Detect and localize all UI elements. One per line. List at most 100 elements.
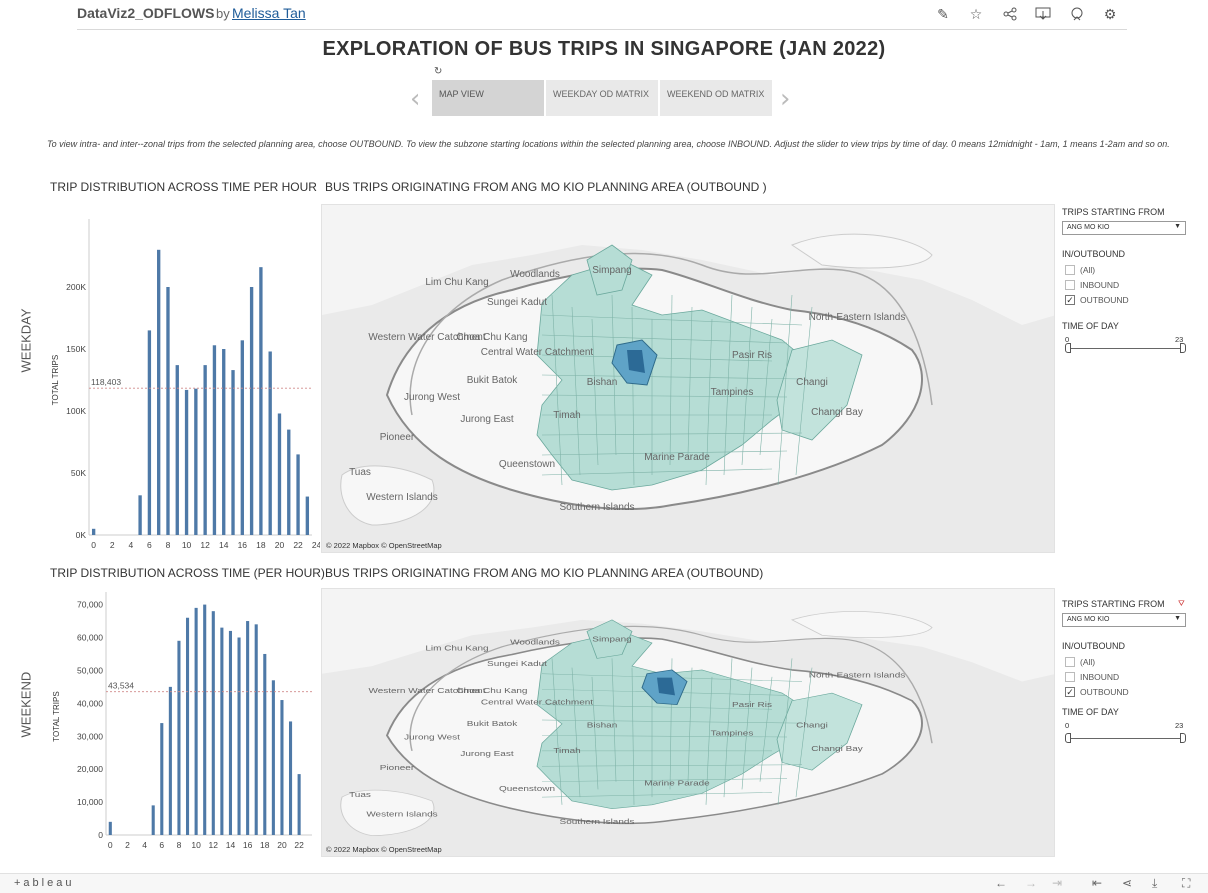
slider-handle-max[interactable] bbox=[1180, 733, 1186, 743]
x-tick-label: 20 bbox=[277, 840, 287, 850]
chevron-down-icon: ▼ bbox=[1174, 615, 1181, 622]
reset-icon[interactable]: ⇤ bbox=[1092, 876, 1102, 890]
trips-from-dropdown[interactable]: ANG MO KIO ▼ bbox=[1062, 221, 1186, 235]
metrics-icon[interactable] bbox=[1068, 5, 1086, 23]
map-label: Choa Chu Kang bbox=[456, 332, 527, 343]
refresh-icon[interactable]: ↻ bbox=[434, 66, 442, 77]
bar bbox=[177, 640, 181, 835]
x-tick-label: 4 bbox=[142, 840, 147, 850]
download-icon[interactable] bbox=[1034, 5, 1052, 23]
next-arrow-icon[interactable]: › bbox=[780, 84, 790, 114]
bar bbox=[157, 249, 161, 536]
map-label: Tuas bbox=[349, 790, 371, 799]
map-label: Choa Chu Kang bbox=[456, 686, 527, 695]
share-icon[interactable]: ⋖ bbox=[1122, 876, 1132, 890]
time-slider[interactable]: 0 23 bbox=[1062, 331, 1192, 361]
edit-icon[interactable]: ✎ bbox=[934, 5, 952, 23]
checkbox[interactable] bbox=[1065, 279, 1075, 290]
x-tick-label: 0 bbox=[108, 840, 113, 850]
trips-from-dropdown[interactable]: ANG MO KIO ▼ bbox=[1062, 613, 1186, 627]
y-tick-label: 10,000 bbox=[77, 797, 103, 807]
slider-handle-min[interactable] bbox=[1065, 733, 1071, 743]
clear-filter-icon[interactable]: ⛛ bbox=[1178, 599, 1185, 609]
time-of-day-label: TIME OF DAY bbox=[1062, 321, 1119, 331]
x-tick-label: 12 bbox=[209, 840, 219, 850]
bar bbox=[194, 388, 198, 535]
bar bbox=[185, 617, 190, 835]
map-label: Queenstown bbox=[499, 784, 555, 793]
slider-track bbox=[1068, 348, 1184, 349]
checkbox-checked[interactable]: ✓ bbox=[1065, 686, 1075, 697]
time-slider[interactable]: 0 23 bbox=[1062, 717, 1192, 747]
revert-icon[interactable]: ⇥ bbox=[1052, 876, 1062, 890]
bar bbox=[220, 627, 224, 835]
download-icon[interactable]: ⤓ bbox=[1152, 876, 1157, 891]
row-label-weekend: WEEKEND bbox=[18, 671, 34, 738]
top-bar: DataViz2_ODFLOWS by Melissa Tan ✎ ☆ ⚙ bbox=[0, 0, 1208, 28]
option-all[interactable]: (All) bbox=[1065, 654, 1192, 669]
row-label-weekday: WEEKDAY bbox=[18, 308, 34, 373]
bar bbox=[203, 604, 207, 835]
map-label: Jurong East bbox=[460, 414, 514, 425]
settings-icon[interactable]: ⚙ bbox=[1101, 5, 1119, 23]
option-outbound[interactable]: ✓ OUTBOUND bbox=[1065, 292, 1192, 307]
map-label: Pasir Ris bbox=[732, 700, 773, 709]
map-label: Bishan bbox=[587, 377, 618, 388]
weekday-chart-title: TRIP DISTRIBUTION ACROSS TIME PER HOUR bbox=[50, 180, 317, 194]
tab-weekend-od-matrix[interactable]: WEEKEND OD MATRIX bbox=[660, 80, 772, 116]
author-link[interactable]: Melissa Tan bbox=[232, 5, 306, 21]
checkbox-checked[interactable]: ✓ bbox=[1065, 294, 1075, 305]
weekday-map[interactable]: Woodlands Simpang Lim Chu Kang Sungei Kadut… bbox=[321, 204, 1055, 553]
option-label: OUTBOUND bbox=[1080, 686, 1129, 697]
map-label: Changi bbox=[796, 377, 828, 388]
bar bbox=[259, 267, 263, 535]
map-label: Bukit Batok bbox=[467, 719, 518, 728]
bar bbox=[147, 330, 152, 535]
map-layer: Woodlands Simpang Lim Chu Kang Sungei Kadut… bbox=[322, 205, 1054, 552]
x-tick-label: 2 bbox=[110, 540, 115, 550]
map-credit: © 2022 Mapbox © OpenStreetMap bbox=[326, 845, 442, 854]
slider-handle-min[interactable] bbox=[1065, 343, 1071, 353]
x-tick-label: 22 bbox=[293, 540, 303, 550]
star-icon[interactable]: ☆ bbox=[967, 5, 985, 23]
tab-map-view[interactable]: MAP VIEW bbox=[432, 80, 544, 116]
map-label: Marine Parade bbox=[644, 452, 710, 463]
option-inbound[interactable]: INBOUND bbox=[1065, 277, 1192, 292]
x-tick-label: 8 bbox=[177, 840, 182, 850]
weekday-filter-panel: TRIPS STARTING FROM ANG MO KIO ▼ IN/OUTB… bbox=[1062, 207, 1192, 361]
weekend-bar-chart: 0 10,000 20,000 30,000 40,000 50,000 60,000 70,… bbox=[52, 592, 312, 850]
bar bbox=[263, 653, 267, 835]
tab-weekday-od-matrix[interactable]: WEEKDAY OD MATRIX bbox=[546, 80, 658, 116]
prev-arrow-icon[interactable]: ‹ bbox=[410, 84, 420, 114]
option-all[interactable]: (All) bbox=[1065, 262, 1192, 277]
option-outbound[interactable]: ✓ OUTBOUND bbox=[1065, 684, 1192, 699]
y-tick-label: 0K bbox=[76, 530, 87, 540]
weekend-map-title: BUS TRIPS ORIGINATING FROM ANG MO KIO PL… bbox=[325, 566, 764, 580]
instructions-text: To view intra- and inter--zonal trips fr… bbox=[47, 139, 1170, 149]
weekend-map[interactable]: Woodlands Simpang Lim Chu Kang Sungei Kadut… bbox=[321, 588, 1055, 857]
map-label: Pasir Ris bbox=[732, 350, 772, 361]
x-tick-label: 18 bbox=[256, 540, 266, 550]
bar bbox=[203, 365, 207, 535]
bar bbox=[138, 495, 142, 535]
bar bbox=[168, 686, 172, 835]
x-tick-label: 20 bbox=[275, 540, 285, 550]
checkbox[interactable] bbox=[1065, 656, 1075, 667]
undo-icon[interactable]: ← bbox=[995, 876, 1007, 890]
option-inbound[interactable]: INBOUND bbox=[1065, 669, 1192, 684]
checkbox[interactable] bbox=[1065, 671, 1075, 682]
share-icon[interactable] bbox=[1001, 5, 1019, 23]
bar bbox=[91, 528, 96, 535]
bar bbox=[175, 365, 179, 535]
slider-handle-max[interactable] bbox=[1180, 343, 1186, 353]
fullscreen-icon[interactable]: ⛶ bbox=[1182, 876, 1190, 891]
map-label: North-Eastern Islands bbox=[809, 312, 906, 323]
tableau-logo[interactable]: +ableau bbox=[14, 877, 74, 889]
map-label: Central Water Catchment bbox=[481, 347, 594, 358]
y-axis-title: TOTAL TRIPS bbox=[52, 691, 61, 741]
y-tick-label: 0 bbox=[98, 830, 103, 840]
x-tick-label: 14 bbox=[219, 540, 229, 550]
redo-icon[interactable]: → bbox=[1025, 876, 1037, 890]
checkbox[interactable] bbox=[1065, 264, 1075, 275]
y-tick-label: 50,000 bbox=[77, 665, 103, 675]
